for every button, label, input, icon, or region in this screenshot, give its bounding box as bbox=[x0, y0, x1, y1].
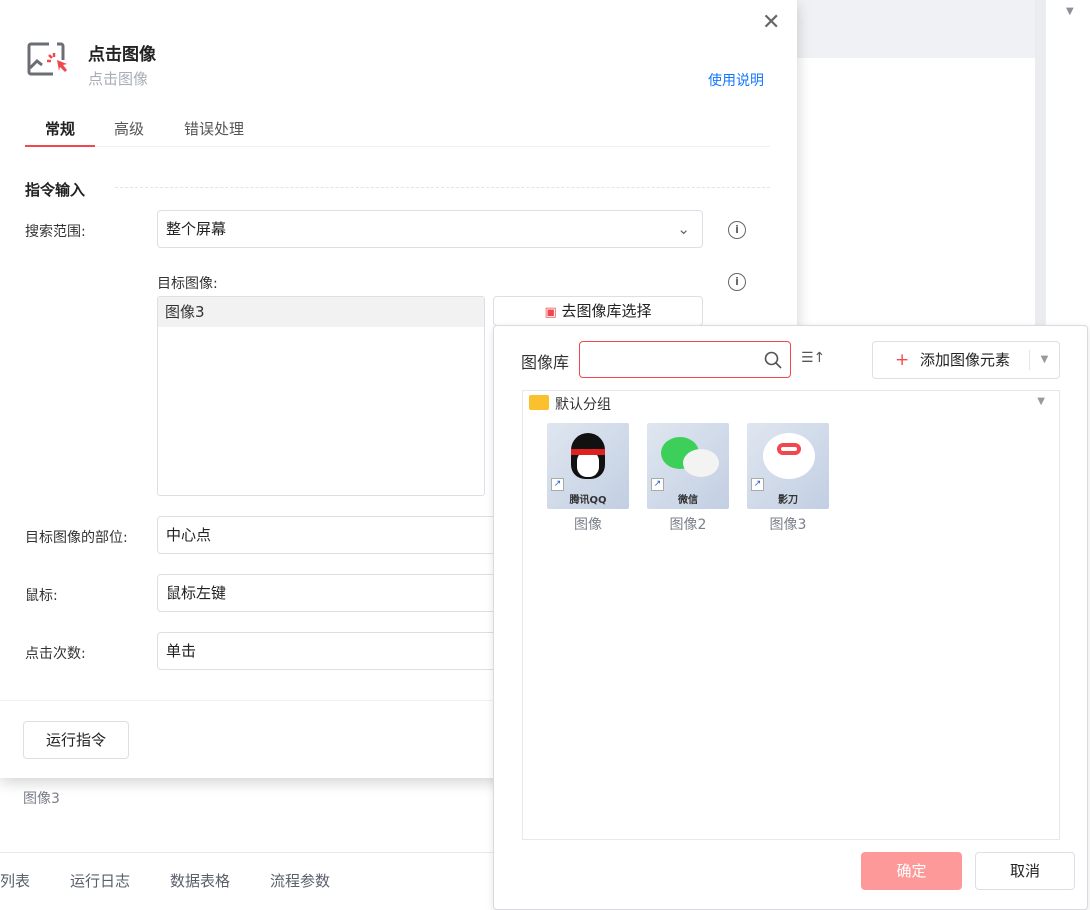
thumbnail-text: 微信 bbox=[678, 495, 698, 506]
dialog-subtitle: 点击图像 bbox=[88, 70, 149, 88]
bottom-tab-table[interactable]: 数据表格 bbox=[170, 870, 230, 891]
library-label: 图像库 bbox=[521, 353, 570, 372]
info-icon[interactable]: i bbox=[728, 221, 746, 239]
divider bbox=[115, 187, 770, 188]
image-grid: 默认分组 ▼ ↗ 腾讯QQ 图像 ↗ 微信 图像2 ↗ 影刀 图像3 bbox=[522, 390, 1060, 840]
search-icon[interactable] bbox=[764, 351, 782, 369]
image-thumbnail[interactable]: ↗ 微信 bbox=[647, 423, 729, 509]
dialog-title: 点击图像 bbox=[88, 45, 156, 65]
add-image-label: 添加图像元素 bbox=[920, 351, 1011, 369]
image-part-label: 目标图像的部位: bbox=[25, 530, 128, 546]
shortcut-icon: ↗ bbox=[651, 478, 664, 491]
sort-icon[interactable]: ☰↑ bbox=[801, 350, 825, 366]
click-image-icon bbox=[27, 42, 67, 76]
group-title: 默认分组 bbox=[555, 397, 611, 413]
dropdown-caret-icon[interactable]: ▼ bbox=[1029, 350, 1059, 370]
background-item: 图像3 bbox=[23, 791, 60, 807]
image-name: 图像2 bbox=[669, 517, 707, 533]
tab-general[interactable]: 常规 bbox=[25, 118, 95, 147]
help-link[interactable]: 使用说明 bbox=[708, 70, 764, 90]
mouse-label: 鼠标: bbox=[25, 588, 58, 604]
confirm-button[interactable]: 确定 bbox=[861, 852, 962, 890]
target-image-list[interactable]: 图像3 bbox=[157, 296, 485, 496]
image-thumbnail[interactable]: ↗ 影刀 bbox=[747, 423, 829, 509]
image-thumbnail[interactable]: ↗ 腾讯QQ bbox=[547, 423, 629, 509]
image-name: 图像 bbox=[574, 517, 602, 533]
tab-error-handling[interactable]: 错误处理 bbox=[184, 118, 244, 147]
target-image-label: 目标图像: bbox=[157, 276, 218, 292]
bottom-tab-list[interactable]: 列表 bbox=[0, 870, 30, 891]
caret-down-icon[interactable]: ▼ bbox=[1066, 6, 1074, 17]
caret-down-icon[interactable]: ▼ bbox=[1037, 396, 1045, 407]
shortcut-icon: ↗ bbox=[751, 478, 764, 491]
thumbnail-text: 影刀 bbox=[778, 495, 798, 506]
yingdao-icon bbox=[763, 433, 815, 479]
image-name: 图像3 bbox=[769, 517, 807, 533]
library-search-input[interactable] bbox=[579, 341, 791, 378]
cancel-button[interactable]: 取消 bbox=[975, 852, 1075, 890]
library-select-button[interactable]: ▣ 去图像库选择 bbox=[493, 296, 703, 326]
search-range-select[interactable]: 整个屏幕 ⌄ bbox=[157, 210, 703, 248]
run-command-button[interactable]: 运行指令 bbox=[23, 721, 129, 759]
list-item[interactable]: 图像3 bbox=[158, 297, 484, 327]
search-range-value: 整个屏幕 bbox=[166, 220, 227, 238]
folder-icon bbox=[529, 395, 549, 410]
image-library-popover: 图像库 ☰↑ + 添加图像元素 ▼ 默认分组 ▼ ↗ 腾讯QQ 图像 ↗ 微信 … bbox=[493, 325, 1088, 910]
library-select-label: 去图像库选择 bbox=[561, 302, 652, 320]
plus-icon: + bbox=[895, 350, 910, 370]
bottom-tab-log[interactable]: 运行日志 bbox=[70, 870, 130, 891]
section-title: 指令输入 bbox=[25, 181, 86, 199]
background-header bbox=[797, 0, 1035, 58]
info-icon[interactable]: i bbox=[728, 273, 746, 291]
search-range-label: 搜索范围: bbox=[25, 224, 86, 240]
shortcut-icon: ↗ bbox=[551, 478, 564, 491]
close-icon[interactable]: ✕ bbox=[762, 10, 780, 35]
image-icon: ▣ bbox=[544, 305, 557, 320]
chevron-down-icon: ⌄ bbox=[677, 220, 690, 238]
tab-bar: 常规 高级 错误处理 bbox=[25, 118, 770, 147]
bottom-tab-params[interactable]: 流程参数 bbox=[270, 870, 330, 891]
add-image-element-button[interactable]: + 添加图像元素 ▼ bbox=[872, 341, 1060, 379]
click-count-label: 点击次数: bbox=[25, 646, 86, 662]
tab-advanced[interactable]: 高级 bbox=[114, 118, 144, 147]
scrollbar[interactable] bbox=[1035, 0, 1045, 330]
thumbnail-text: 腾讯QQ bbox=[569, 495, 607, 506]
